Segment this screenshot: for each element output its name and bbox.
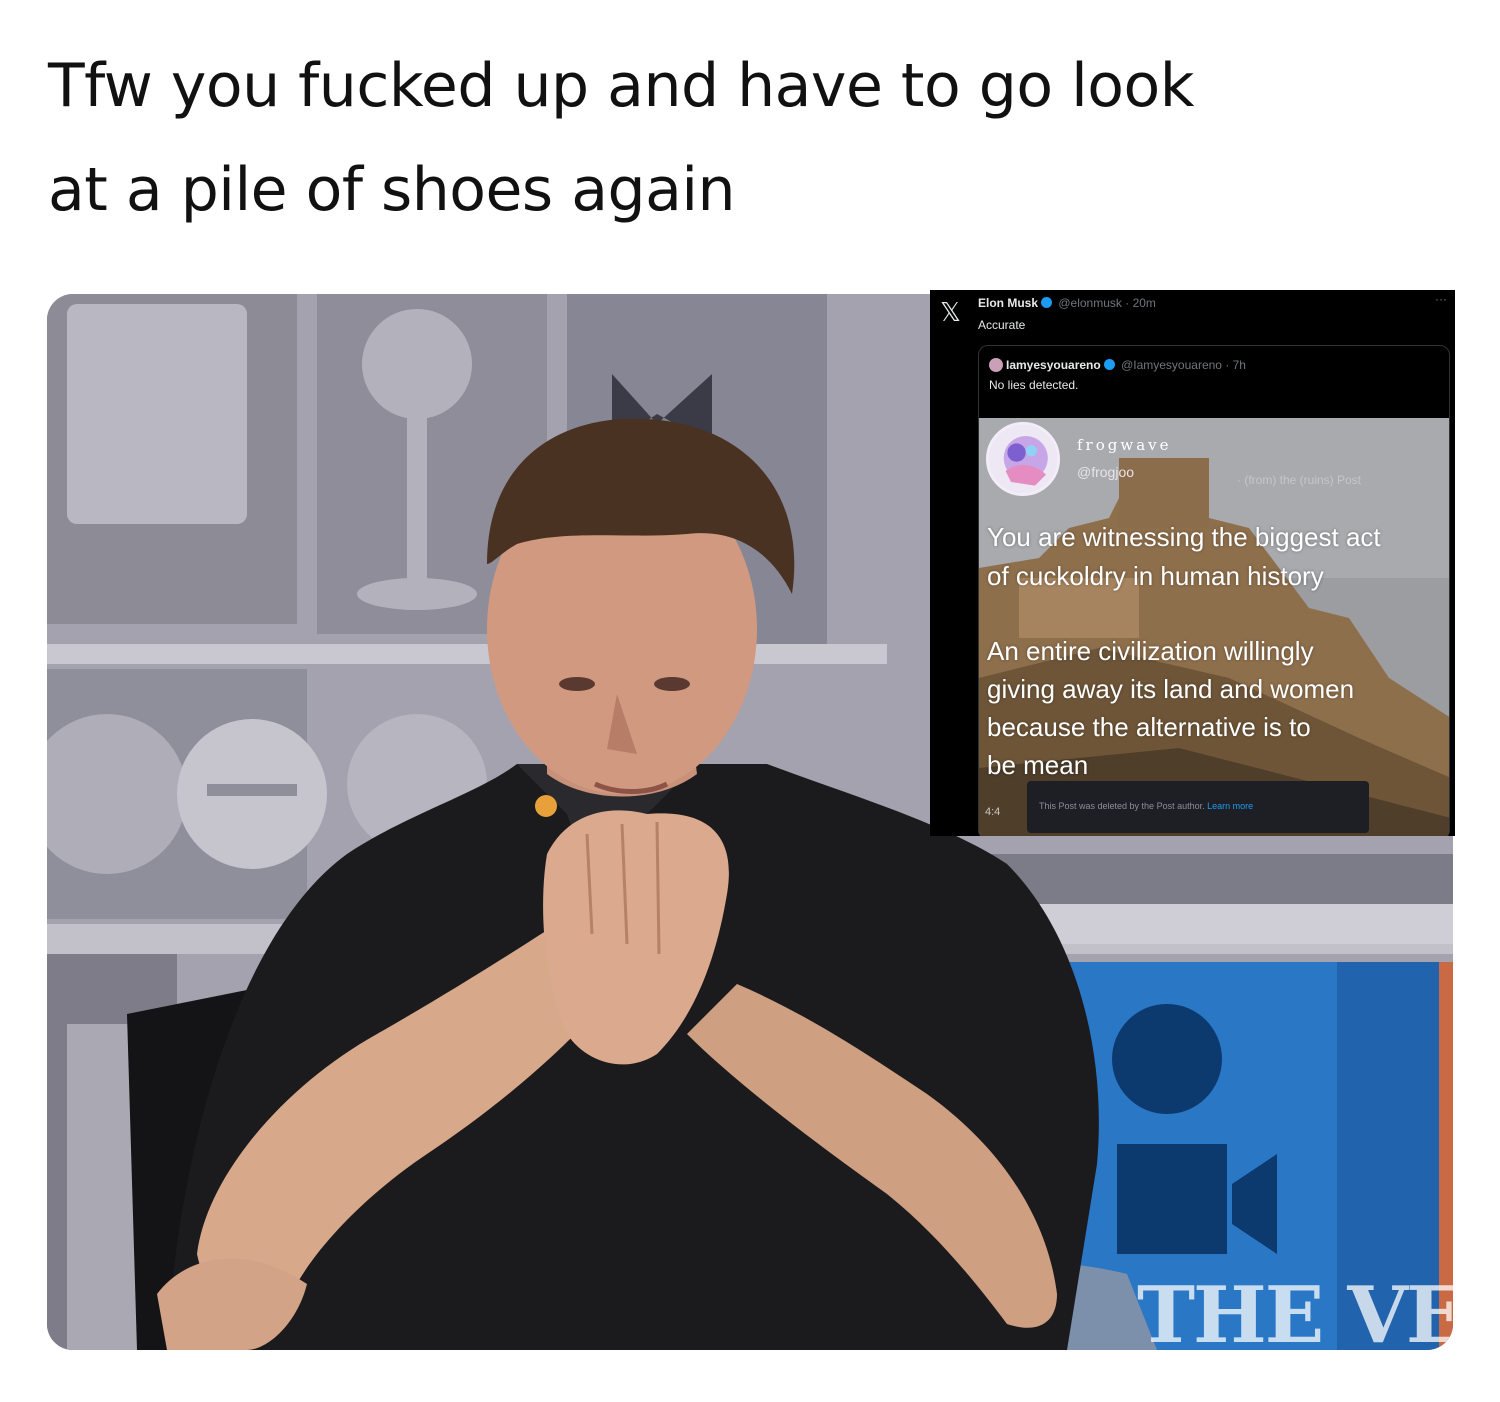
frogwave-stamp: 4:4 — [985, 806, 1001, 818]
frogwave-avatar — [986, 422, 1060, 496]
verified-badge-icon — [1103, 359, 1115, 370]
post-caption: Tfw you fucked up and have to go look at… — [48, 34, 1448, 242]
tweet-author: Elon Musk — [978, 296, 1039, 310]
more-options-icon: ··· — [1435, 292, 1447, 306]
frogwave-text-line-1: You are witnessing the biggest act — [987, 522, 1381, 552]
frogwave-name: frogwave — [1077, 436, 1172, 454]
frogwave-handle: @frogjoo — [1077, 464, 1135, 480]
frogwave-text-paragraph-1: You are witnessing the biggest act of cu… — [987, 518, 1381, 596]
frogwave-text-line-2: of cuckoldry in human history — [987, 561, 1324, 591]
frogwave-text-line-5: because the alternative is to — [987, 712, 1311, 742]
quoted-tweet-header: Iamyesyouareno @Iamyesyouareno · 7h — [989, 358, 1246, 372]
post-caption-line-1: Tfw you fucked up and have to go look — [48, 51, 1194, 121]
quoted-tweet-text: No lies detected. — [989, 378, 1079, 392]
quoted-image-card: frogwave @frogjoo · (from) the (ruins) P… — [979, 418, 1449, 836]
embedded-tweet-screenshot: 𝕏 Elon Musk @elonmusk · 20m ··· Accurate… — [930, 290, 1455, 836]
frogwave-text-paragraph-2: An entire civilization willingly giving … — [987, 632, 1354, 784]
learn-more-link[interactable]: Learn more — [1207, 801, 1253, 811]
x-logo-icon: 𝕏 — [940, 298, 961, 328]
frogwave-text-line-4: giving away its land and women — [987, 674, 1355, 704]
faded-background-text: · (from) the (ruins) Post — [1237, 473, 1362, 487]
quoted-handle-meta: @Iamyesyouareno · 7h — [1121, 358, 1246, 372]
quoted-author-avatar — [989, 358, 1003, 372]
verified-badge-icon — [1041, 297, 1053, 308]
deleted-notice-text: This Post was deleted by the Post author… — [1039, 801, 1205, 811]
frogwave-text-line-3: An entire civilization willingly — [987, 636, 1314, 666]
post-caption-line-2: at a pile of shoes again — [48, 155, 736, 225]
quoted-author: Iamyesyouareno — [1006, 358, 1101, 372]
the-verge-watermark: THE VERG — [1137, 1270, 1453, 1350]
post-deleted-notice: This Post was deleted by the Post author… — [1027, 781, 1369, 833]
tweet-handle-meta: @elonmusk · 20m — [1058, 296, 1156, 310]
tweet-text: Accurate — [978, 318, 1026, 332]
frogwave-text-line-6: be mean — [987, 750, 1089, 780]
tweet-header: Elon Musk @elonmusk · 20m — [978, 296, 1156, 310]
quoted-tweet: Iamyesyouareno @Iamyesyouareno · 7h No l… — [978, 345, 1450, 836]
